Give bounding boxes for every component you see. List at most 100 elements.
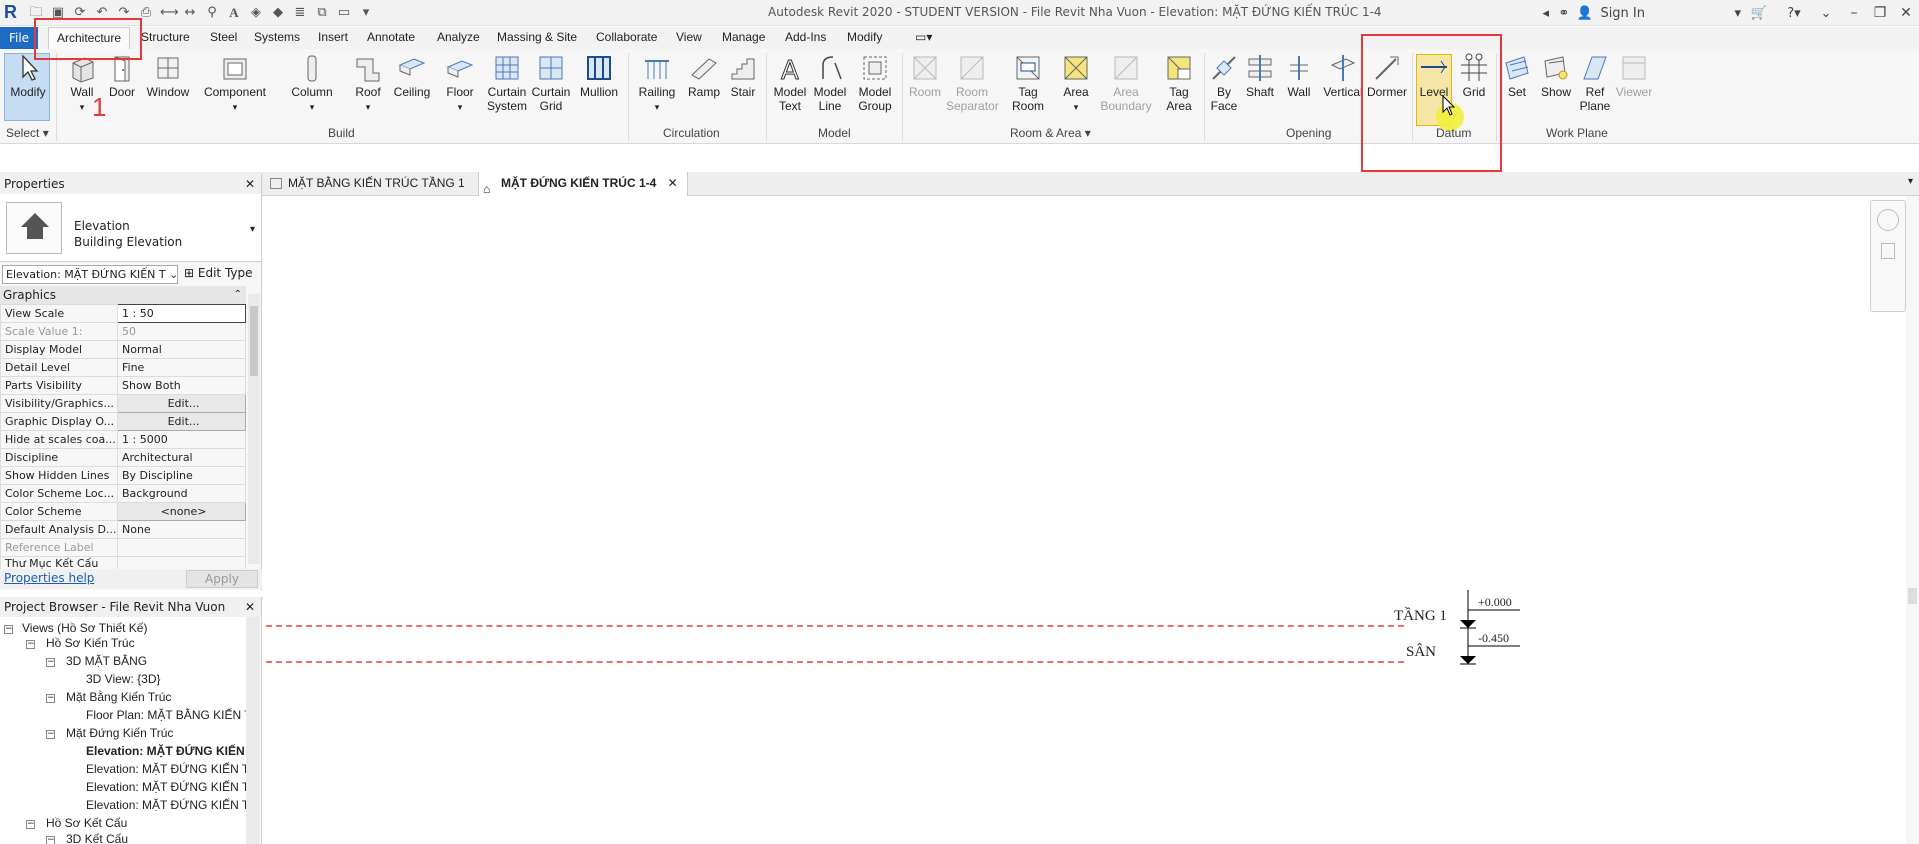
tag-room-button[interactable]: Tag Room xyxy=(1006,53,1050,113)
type-dropdown-icon[interactable]: ▾ xyxy=(250,224,255,235)
tree-node-floor-plan[interactable]: Floor Plan: MẶT BẰNG KIẾN T xyxy=(86,708,252,722)
column-button[interactable]: Column ▾ xyxy=(288,53,336,114)
tree-node-elevation[interactable]: Elevation: MẶT ĐỨNG KIẾN TF xyxy=(86,780,257,794)
shaft-button[interactable]: Shaft xyxy=(1242,53,1278,99)
ceiling-button[interactable]: Ceiling xyxy=(392,53,432,99)
instance-selector[interactable]: Elevation: MẶT ĐỨNG KIẾN T ⌄ xyxy=(2,265,178,284)
tab-modify[interactable]: Modify xyxy=(847,30,882,44)
tab-steel[interactable]: Steel xyxy=(210,30,237,44)
collapse-node-icon[interactable]: − xyxy=(46,836,55,844)
component-button[interactable]: Component ▾ xyxy=(200,53,270,114)
close-properties-icon[interactable]: ✕ xyxy=(245,174,255,194)
show-button[interactable]: Show xyxy=(1536,53,1576,99)
sign-in-dropdown-icon[interactable]: ▾ xyxy=(1651,6,1741,21)
close-browser-icon[interactable]: ✕ xyxy=(245,597,255,617)
default-3d-icon[interactable]: ◈ xyxy=(248,5,264,21)
tab-manage[interactable]: Manage xyxy=(722,30,765,44)
edit-visibility-button[interactable]: Edit... xyxy=(117,394,246,413)
curtain-grid-button[interactable]: Curtain Grid xyxy=(530,53,572,113)
switch-windows-icon[interactable]: ▭ xyxy=(336,5,352,21)
wall-opening-button[interactable]: Wall xyxy=(1282,53,1316,99)
collapse-node-icon[interactable]: − xyxy=(46,658,55,667)
tree-node-views[interactable]: Views (Hồ Sơ Thiết Kế) xyxy=(22,621,147,635)
tabs-overflow-icon[interactable]: ▾ xyxy=(1908,176,1913,187)
view-tab-elevation[interactable]: ⌂ MẶT ĐỨNG KIẾN TRÚC 1-4 ✕ xyxy=(478,172,688,196)
curtain-system-button[interactable]: Curtain System xyxy=(486,53,528,113)
model-text-button[interactable]: A Model Text xyxy=(770,53,810,114)
area-button[interactable]: Area ▾ xyxy=(1056,53,1096,114)
tree-node-ho-so-ket-cau[interactable]: Hồ Sơ Kết Cấu xyxy=(46,816,127,830)
level-line-san[interactable] xyxy=(266,661,1404,663)
tag-icon[interactable]: ⚲ xyxy=(204,5,220,21)
revit-logo-icon[interactable]: R xyxy=(4,2,22,22)
cart-icon[interactable]: 🛒 xyxy=(1741,6,1777,21)
sign-in-link[interactable]: Sign In xyxy=(1600,6,1645,21)
text-icon[interactable]: A xyxy=(226,5,242,21)
ramp-button[interactable]: Ramp xyxy=(686,53,722,99)
tree-node-3d-mat-bang[interactable]: 3D MẶT BẰNG xyxy=(66,654,147,668)
stair-button[interactable]: Stair xyxy=(726,53,760,99)
close-tab-icon[interactable]: ✕ xyxy=(668,176,678,190)
tab-analyze[interactable]: Analyze xyxy=(437,30,480,44)
properties-help-link[interactable]: Properties help xyxy=(4,571,94,585)
model-line-button[interactable]: Model Line xyxy=(810,53,850,113)
collapse-icon[interactable]: ⌃ xyxy=(234,286,242,304)
minimize-icon[interactable]: – xyxy=(1841,5,1867,21)
view-scale-field[interactable]: 1 : 50 xyxy=(117,304,246,323)
thin-lines-icon[interactable]: ≣ xyxy=(292,5,308,21)
tab-add-ins[interactable]: Add-Ins xyxy=(785,30,826,44)
level-line-tang-1[interactable] xyxy=(266,625,1404,627)
tab-systems[interactable]: Systems xyxy=(254,30,300,44)
canvas-scrollbar[interactable] xyxy=(1906,196,1919,844)
restore-icon[interactable]: ❐ xyxy=(1867,5,1893,21)
browser-scrollbar[interactable] xyxy=(246,617,260,844)
tree-node-elevation[interactable]: Elevation: MẶT ĐỨNG KIẾN TF xyxy=(86,762,257,776)
by-face-button[interactable]: By Face xyxy=(1208,53,1240,113)
collapse-node-icon[interactable]: − xyxy=(46,694,55,703)
expand-icon[interactable]: ⌄ xyxy=(1811,6,1841,21)
steering-wheel-icon[interactable] xyxy=(1877,209,1899,231)
tab-massing-site[interactable]: Massing & Site xyxy=(497,30,577,44)
viewer-button[interactable]: Viewer xyxy=(1614,53,1654,99)
level-name-san[interactable]: SÂN xyxy=(1406,644,1436,661)
floor-button[interactable]: Floor ▾ xyxy=(440,53,480,114)
mullion-button[interactable]: Mullion xyxy=(576,53,622,99)
tab-annotate[interactable]: Annotate xyxy=(367,30,415,44)
zoom-icon[interactable] xyxy=(1881,243,1895,259)
railing-button[interactable]: Railing ▾ xyxy=(634,53,680,114)
tab-structure[interactable]: Structure xyxy=(141,30,190,44)
tree-node-elevation-active[interactable]: Elevation: MẶT ĐỨNG KIẾN xyxy=(86,744,245,758)
room-button[interactable]: Room xyxy=(906,53,944,99)
set-button[interactable]: Set xyxy=(1500,53,1534,99)
collapse-node-icon[interactable]: − xyxy=(26,820,35,829)
tree-node-elevation[interactable]: Elevation: MẶT ĐỨNG KIẾN TF xyxy=(86,798,257,812)
type-selector[interactable]: Elevation Building Elevation ▾ xyxy=(0,194,261,262)
color-scheme-button[interactable]: <none> xyxy=(117,502,246,521)
binoculars-icon[interactable]: ⚭ xyxy=(1558,6,1576,21)
tree-node-ho-so-kien-truc[interactable]: Hồ Sơ Kiến Trúc xyxy=(46,636,135,650)
tab-view[interactable]: View xyxy=(676,30,702,44)
room-separator-button[interactable]: Room Separator xyxy=(946,53,999,113)
drawing-canvas[interactable] xyxy=(263,196,1919,844)
select-group-label[interactable]: Select ▾ xyxy=(6,126,49,140)
tree-node-3d-ket-cau[interactable]: 3D Kết Cấu xyxy=(66,832,128,844)
room-area-group-label[interactable]: Room & Area ▾ xyxy=(1010,126,1091,140)
collapse-node-icon[interactable]: − xyxy=(4,625,13,634)
apply-button[interactable]: Apply xyxy=(186,570,258,588)
aligned-dimension-icon[interactable]: ↔ xyxy=(182,5,198,21)
user-icon[interactable]: 👤 xyxy=(1576,6,1592,21)
tree-node-3d-view[interactable]: 3D View: {3D} xyxy=(86,672,161,686)
tree-node-mat-bang-kien-truc[interactable]: Mặt Bằng Kiến Trúc xyxy=(66,690,171,704)
tab-insert[interactable]: Insert xyxy=(318,30,348,44)
window-button[interactable]: Window xyxy=(144,53,192,99)
tab-file[interactable]: File xyxy=(0,27,38,49)
collapse-node-icon[interactable]: − xyxy=(46,730,55,739)
area-boundary-button[interactable]: Area Boundary xyxy=(1100,53,1152,113)
model-group-button[interactable]: Model Group xyxy=(852,53,898,113)
measure-icon[interactable]: ⟷ xyxy=(160,5,179,21)
level-name-tang-1[interactable]: TẦNG 1 xyxy=(1394,608,1447,625)
graphics-section-header[interactable]: Graphics ⌃ xyxy=(0,286,246,304)
tag-area-button[interactable]: Tag Area xyxy=(1158,53,1200,113)
arrow-left-icon[interactable]: ◂ xyxy=(1542,6,1558,21)
help-icon[interactable]: ?▾ xyxy=(1777,6,1811,21)
